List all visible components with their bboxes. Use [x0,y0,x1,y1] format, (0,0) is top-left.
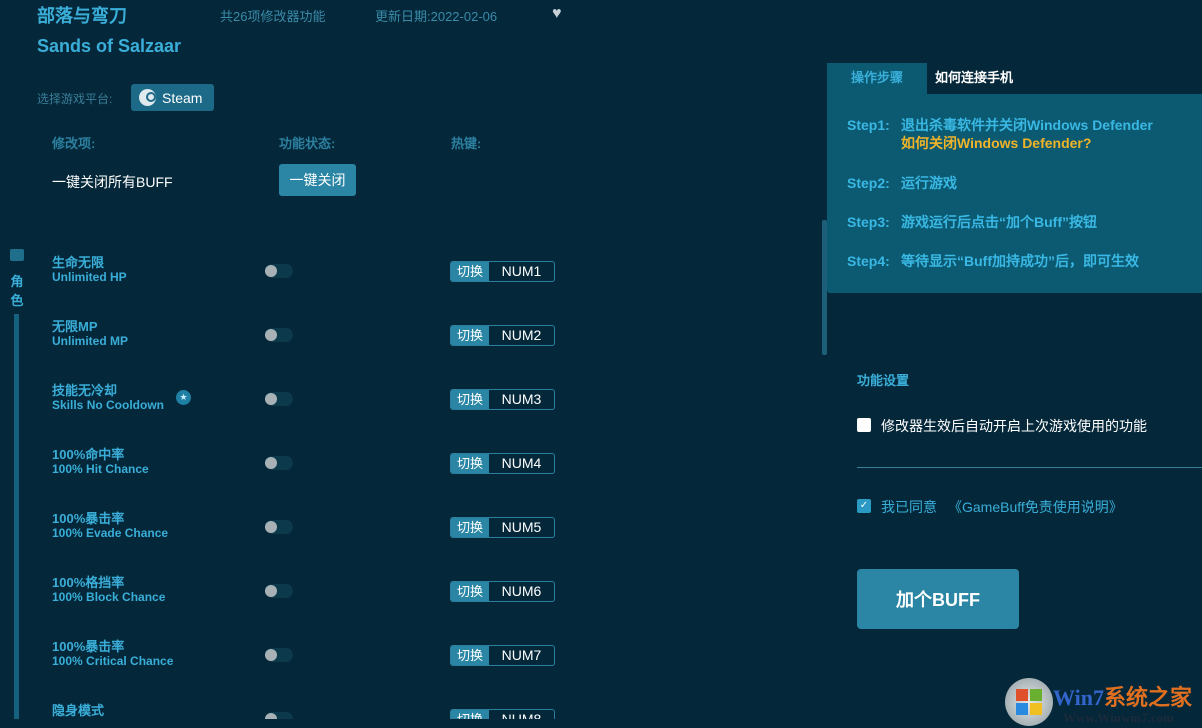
switch-label: 切换 [451,390,489,409]
cheat-row: 技能无冷却 Skills No Cooldown ★ 切换NUM3 [52,380,572,420]
cheat-toggle[interactable] [265,392,293,406]
cheat-name-cn: 100%暴击率 [52,508,124,527]
step-1: Step1:退出杀毒软件并关闭Windows Defender [847,115,1153,135]
hotkey-box[interactable]: 切换NUM5 [450,517,555,538]
auto-enable-checkbox[interactable] [857,418,871,432]
terms-link[interactable]: 《GameBuff免责使用说明》 [948,497,1123,517]
switch-label: 切换 [451,454,489,473]
hotkey-value: NUM1 [489,262,554,281]
cheat-name-cn: 技能无冷却 [52,380,117,399]
hotkey-value: NUM4 [489,454,554,473]
hotkey-value: NUM6 [489,582,554,601]
cheat-row: 100%命中率 100% Hit Chance 切换NUM4 [52,444,572,484]
cheat-toggle[interactable] [265,712,293,719]
hotkey-value: NUM5 [489,518,554,537]
cheat-toggle[interactable] [265,264,293,278]
hotkey-value: NUM8 [489,710,554,719]
cheat-name-en: 100% Hit Chance [52,462,149,476]
category-tab-character[interactable]: 角色 [10,272,24,310]
step-label: Step3: [847,214,901,230]
divider [857,467,1202,468]
hotkey-box[interactable]: 切换NUM1 [450,261,555,282]
cheat-name-cn: 100%格挡率 [52,572,124,591]
hotkey-box[interactable]: 切换NUM8 [450,709,555,719]
cheat-name-en: Skills No Cooldown [52,398,164,412]
star-icon: ★ [176,390,191,405]
cheat-toggle[interactable] [265,328,293,342]
step-text: 等待显示“Buff加持成功”后，即可生效 [901,253,1139,269]
step-text: 退出杀毒软件并关闭Windows Defender [901,117,1153,133]
character-category-icon [10,249,24,261]
hotkey-box[interactable]: 切换NUM6 [450,581,555,602]
cheat-name-en: 100% Block Chance [52,590,165,604]
cheat-name-cn: 隐身模式 [52,700,104,719]
cheat-name-en: Unlimited MP [52,334,128,348]
help-tabs: 操作步骤 如何连接手机 [827,63,1026,94]
watermark-brand-a: Win7 [1053,685,1104,710]
hotkey-value: NUM7 [489,646,554,665]
step-3: Step3:游戏运行后点击“加个Buff”按钮 [847,212,1097,232]
step-4: Step4:等待显示“Buff加持成功”后，即可生效 [847,251,1139,271]
agree-label[interactable]: 我已同意 [881,497,937,517]
watermark-logo: Win7系统之家 Www.Winwin7.com [1005,678,1202,728]
switch-label: 切换 [451,646,489,665]
cheat-row: 生命无限 Unlimited HP 切换NUM1 [52,252,572,292]
step-2: Step2:运行游戏 [847,173,957,193]
add-buff-button[interactable]: 加个BUFF [857,569,1019,629]
cheat-toggle[interactable] [265,584,293,598]
cheat-name-cn: 100%暴击率 [52,636,124,655]
defender-help-link[interactable]: 如何关闭Windows Defender? [901,133,1091,153]
step-label: Step4: [847,253,901,269]
agree-checkbox[interactable]: ✓ [857,499,871,513]
cheat-name-cn: 100%命中率 [52,444,124,463]
hotkey-box[interactable]: 切换NUM3 [450,389,555,410]
cheat-name-en: Unlimited HP [52,270,127,284]
hotkey-value: NUM3 [489,390,554,409]
switch-label: 切换 [451,262,489,281]
step-label: Step1: [847,117,901,133]
switch-label: 切换 [451,518,489,537]
cheat-row: 100%暴击率 100% Critical Chance 切换NUM7 [52,636,572,676]
category-indicator-bar [14,314,19,719]
cheat-toggle[interactable] [265,520,293,534]
hotkey-box[interactable]: 切换NUM7 [450,645,555,666]
cheat-name-en: 100% Critical Chance [52,654,173,668]
step-text: 运行游戏 [901,175,957,191]
cheat-list: 角色 生命无限 Unlimited HP 切换NUM1无限MP Unlimite… [0,0,820,719]
switch-label: 切换 [451,710,489,719]
watermark-brand-b: 系统之家 [1104,685,1192,710]
hotkey-value: NUM2 [489,326,554,345]
cheat-name-cn: 无限MP [52,316,98,335]
cheat-row: 100%格挡率 100% Block Chance 切换NUM6 [52,572,572,612]
settings-title: 功能设置 [857,370,909,389]
watermark-url: Www.Winwin7.com [1063,710,1174,726]
windows-logo-icon [1005,678,1053,726]
cheat-toggle[interactable] [265,456,293,470]
cheat-row: 无限MP Unlimited MP 切换NUM2 [52,316,572,356]
switch-label: 切换 [451,582,489,601]
tab-steps[interactable]: 操作步骤 [827,63,927,94]
auto-enable-label[interactable]: 修改器生效后自动开启上次游戏使用的功能 [881,416,1147,436]
step-label: Step2: [847,175,901,191]
cheat-toggle[interactable] [265,648,293,662]
cheat-row: 隐身模式 切换NUM8 [52,700,572,719]
cheat-name-en: 100% Evade Chance [52,526,168,540]
tab-connect-phone[interactable]: 如何连接手机 [927,63,1026,94]
watermark-brand: Win7系统之家 [1053,680,1192,712]
step-text: 游戏运行后点击“加个Buff”按钮 [901,214,1097,230]
hotkey-box[interactable]: 切换NUM4 [450,453,555,474]
switch-label: 切换 [451,326,489,345]
cheat-name-cn: 生命无限 [52,252,104,271]
cheat-row: 100%暴击率 100% Evade Chance 切换NUM5 [52,508,572,548]
steps-panel: Step1:退出杀毒软件并关闭Windows Defender 如何关闭Wind… [827,94,1202,293]
hotkey-box[interactable]: 切换NUM2 [450,325,555,346]
